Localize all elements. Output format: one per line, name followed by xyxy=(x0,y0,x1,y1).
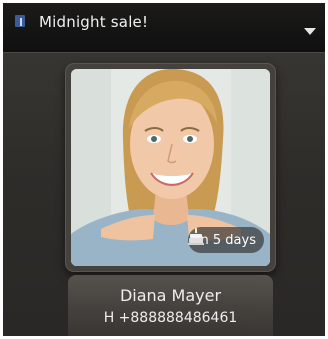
contact-name: Diana Mayer xyxy=(119,286,222,305)
birthday-countdown: in 5 days xyxy=(196,232,256,248)
contact-phone[interactable]: H +888888486461 xyxy=(68,310,273,326)
contact-photo[interactable]: in 5 days xyxy=(71,69,270,266)
status-message: Midnight sale! xyxy=(39,13,149,31)
dropdown-arrow-icon[interactable] xyxy=(304,28,316,35)
birthday-badge: in 5 days xyxy=(187,227,264,253)
contact-widget: Midnight sale! in 5 days Diana Mayer H +… xyxy=(3,3,325,336)
birthday-cake-icon xyxy=(187,227,204,245)
facebook-icon xyxy=(15,15,25,27)
status-header[interactable]: Midnight sale! xyxy=(3,3,325,53)
contact-photo-frame[interactable]: in 5 days xyxy=(66,64,275,271)
contact-info-panel[interactable]: Diana Mayer H +888888486461 xyxy=(68,275,273,336)
